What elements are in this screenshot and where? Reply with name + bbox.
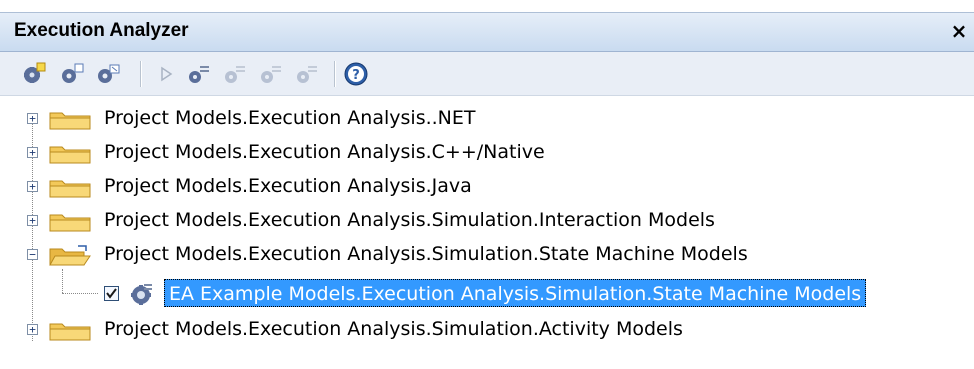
- tree-item[interactable]: + Project Models.Execution Analysis.Simu…: [0, 313, 974, 347]
- run-button[interactable]: [152, 60, 180, 88]
- toolbar-separator: [140, 61, 142, 87]
- tree-child-item[interactable]: EA Example Models.Execution Analysis.Sim…: [0, 277, 974, 311]
- expand-toggle[interactable]: +: [27, 215, 38, 226]
- test-icon: [225, 66, 245, 83]
- edit-script-icon: [62, 63, 84, 83]
- expand-toggle[interactable]: +: [27, 113, 38, 124]
- open-folder-icon: [49, 245, 91, 266]
- tree-item[interactable]: − Project Models.Execution Analysis.Simu…: [0, 238, 974, 272]
- new-script-button[interactable]: [20, 60, 48, 88]
- edit-script-button[interactable]: [58, 60, 86, 88]
- tree-item-label: Project Models.Execution Analysis.Simula…: [104, 318, 683, 340]
- tree-item[interactable]: + Project Models.Execution Analysis.Java: [0, 170, 974, 204]
- copy-script-button[interactable]: [94, 60, 122, 88]
- script-tree: + Project Models.Execution Analysis..NET…: [0, 97, 974, 355]
- tree-item-label: Project Models.Execution Analysis.Simula…: [104, 243, 748, 265]
- svg-text:?: ?: [352, 68, 360, 83]
- folder-icon: [49, 180, 91, 198]
- toolbar-separator: [334, 61, 336, 87]
- run-icon: [161, 66, 173, 82]
- tree-child-label: EA Example Models.Execution Analysis.Sim…: [164, 279, 867, 307]
- folder-icon: [49, 214, 91, 232]
- tree-item-label: Project Models.Execution Analysis.Simula…: [104, 209, 715, 231]
- expand-toggle[interactable]: +: [27, 147, 38, 158]
- window-title: Execution Analyzer: [14, 20, 189, 41]
- tree-item-label: Project Models.Execution Analysis.C++/Na…: [104, 141, 545, 163]
- collapse-toggle[interactable]: −: [27, 249, 38, 260]
- script-gear-icon: [131, 284, 152, 305]
- test-button[interactable]: [220, 60, 248, 88]
- folder-icon: [49, 112, 91, 130]
- new-script-icon: [24, 62, 46, 83]
- build-icon: [189, 66, 209, 83]
- copy-script-icon: [98, 64, 120, 83]
- deploy-button[interactable]: [256, 60, 284, 88]
- title-bar: Execution Analyzer ×: [0, 12, 974, 52]
- execution-analyzer-window: Execution Analyzer × ? + Project Models.…: [0, 0, 974, 369]
- folder-icon: [49, 146, 91, 164]
- debug-icon: [297, 66, 317, 83]
- script-checkbox[interactable]: [104, 286, 119, 301]
- debug-button[interactable]: [292, 60, 320, 88]
- deploy-icon: [261, 66, 281, 83]
- tree-item[interactable]: + Project Models.Execution Analysis..NET: [0, 102, 974, 136]
- expand-toggle[interactable]: +: [27, 181, 38, 192]
- tree-item-label: Project Models.Execution Analysis.Java: [104, 175, 472, 197]
- folder-icon: [49, 323, 91, 341]
- build-button[interactable]: [184, 60, 212, 88]
- toolbar: ?: [0, 52, 974, 96]
- expand-toggle[interactable]: +: [27, 324, 38, 335]
- help-button[interactable]: ?: [342, 60, 370, 88]
- tree-item[interactable]: + Project Models.Execution Analysis.C++/…: [0, 136, 974, 170]
- checkmark-icon: [106, 288, 117, 299]
- help-icon: ?: [344, 62, 368, 86]
- tree-item-label: Project Models.Execution Analysis..NET: [104, 107, 476, 129]
- tree-item[interactable]: + Project Models.Execution Analysis.Simu…: [0, 204, 974, 238]
- close-button[interactable]: ×: [948, 18, 970, 44]
